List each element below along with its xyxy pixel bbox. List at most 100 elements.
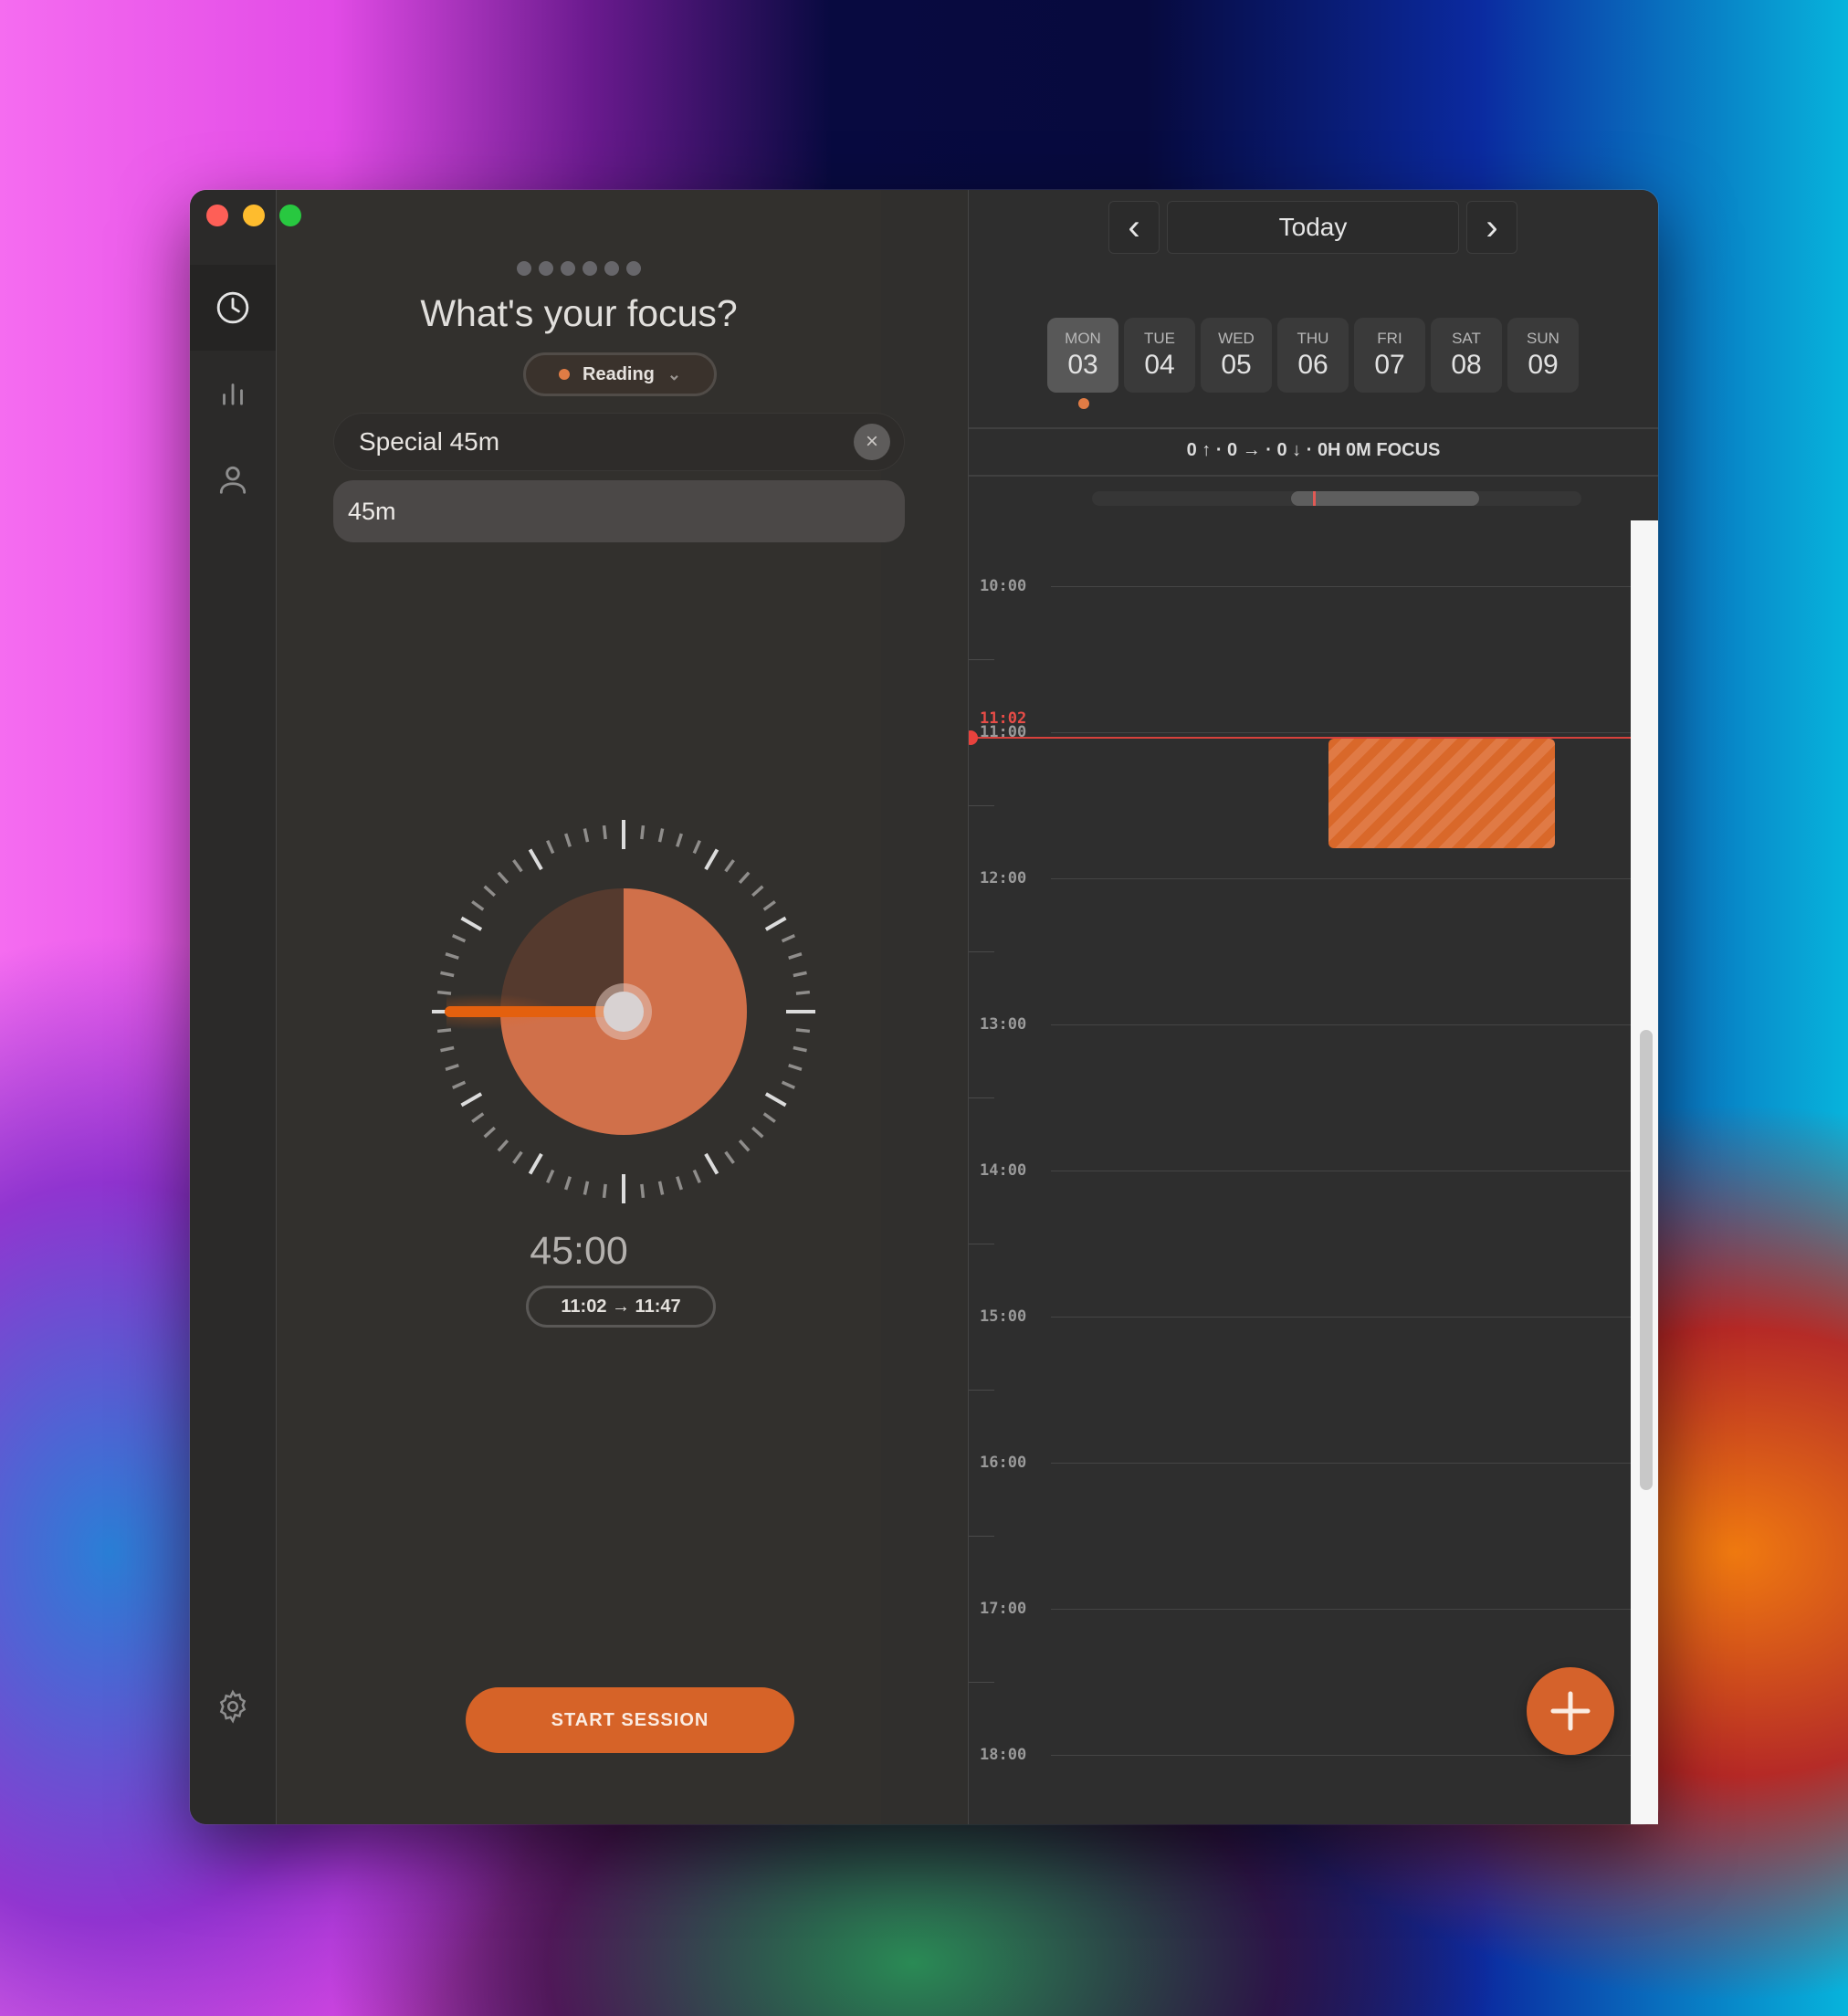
- category-label: Reading: [583, 363, 655, 384]
- dial-minor-tick: [724, 1150, 735, 1164]
- category-dropdown[interactable]: Reading ⌄: [523, 352, 717, 396]
- timer-display: 45:00: [530, 1229, 628, 1273]
- step-dot: [539, 261, 553, 276]
- day-tab-tue[interactable]: TUE 04: [1124, 318, 1195, 393]
- day-tab-sat[interactable]: SAT 08: [1431, 318, 1502, 393]
- dial-minor-tick: [738, 871, 751, 884]
- day-date: 07: [1374, 350, 1405, 380]
- dial-minor-tick: [512, 1150, 523, 1164]
- dial-minor-tick: [497, 871, 509, 884]
- day-tab-fri[interactable]: FRI 07: [1354, 318, 1425, 393]
- day-tab-sun[interactable]: SUN 09: [1507, 318, 1579, 393]
- hour-label: 16:00: [980, 1454, 1027, 1472]
- previous-day-button[interactable]: ‹: [1108, 201, 1160, 254]
- timer-dial[interactable]: [432, 820, 815, 1203]
- add-event-button[interactable]: [1527, 1667, 1614, 1755]
- scrubber-now-marker: [1313, 491, 1316, 506]
- sidebar-item-timer[interactable]: [190, 265, 276, 351]
- category-color-dot: [559, 369, 570, 380]
- day-date: 03: [1067, 350, 1098, 380]
- next-day-button[interactable]: ›: [1466, 201, 1517, 254]
- dial-minor-tick: [602, 1183, 607, 1199]
- sidebar-item-profile[interactable]: [190, 436, 276, 522]
- scrubber-visible-window[interactable]: [1291, 491, 1479, 506]
- dial-minor-tick: [583, 1181, 590, 1195]
- week-day-selector: MON 03 TUE 04 WED 05 THU 06 FRI 07 SAT 08 SUN …: [1047, 318, 1579, 393]
- dial-major-tick: [460, 916, 483, 931]
- close-icon: ×: [865, 429, 878, 454]
- dial-minor-tick: [676, 1176, 684, 1191]
- day-date: 08: [1451, 350, 1482, 380]
- dial-minor-tick: [640, 1183, 646, 1199]
- day-tab-mon[interactable]: MON 03: [1047, 318, 1118, 393]
- dial-minor-tick: [497, 1139, 509, 1152]
- dial-minor-tick: [657, 1181, 665, 1195]
- day-name: WED: [1218, 330, 1255, 347]
- dial-minor-tick: [692, 1169, 701, 1183]
- clear-search-button[interactable]: ×: [854, 424, 890, 460]
- dial-minor-tick: [445, 1064, 459, 1072]
- scrollbar-thumb[interactable]: [1640, 1030, 1653, 1490]
- close-window-button[interactable]: [206, 205, 228, 226]
- minimize-window-button[interactable]: [243, 205, 265, 226]
- dial-minor-tick: [471, 900, 485, 911]
- dial-major-tick: [764, 1092, 787, 1108]
- zoom-window-button[interactable]: [279, 205, 301, 226]
- day-tab-thu[interactable]: THU 06: [1277, 318, 1349, 393]
- hour-gridline: [1051, 878, 1631, 879]
- dial-major-tick: [704, 848, 719, 871]
- focus-panel: What's your focus? Reading ⌄ Special 45m…: [277, 190, 905, 1824]
- hour-label: 14:00: [980, 1161, 1027, 1180]
- dial-minor-tick: [793, 971, 807, 978]
- suggestion-item[interactable]: 45m: [333, 480, 905, 542]
- dial-minor-tick: [440, 1045, 455, 1053]
- day-date: 09: [1528, 350, 1559, 380]
- half-hour-tick: [969, 951, 994, 952]
- dial-minor-tick: [795, 990, 811, 995]
- hour-gridline: [1051, 586, 1631, 587]
- day-name: SUN: [1527, 330, 1559, 347]
- dial-minor-tick: [640, 824, 646, 840]
- focus-search-input[interactable]: Special 45m ×: [333, 413, 905, 471]
- dial-minor-tick: [452, 1080, 467, 1089]
- day-name: MON: [1065, 330, 1101, 347]
- divider: [969, 427, 1658, 429]
- page-title: What's your focus?: [420, 292, 738, 334]
- dial-minor-tick: [762, 900, 776, 911]
- dial-minor-tick: [440, 971, 455, 978]
- hour-gridline: [1051, 1463, 1631, 1464]
- start-session-button[interactable]: START SESSION: [466, 1687, 794, 1753]
- day-timeline[interactable]: 10:00 11:00 12:00 13:00 14:00 15:00 16:00 17:00…: [969, 520, 1631, 1824]
- dial-major-tick: [528, 848, 543, 871]
- hand-knob[interactable]: [604, 992, 644, 1032]
- gear-icon: [219, 1689, 247, 1724]
- half-hour-tick: [969, 659, 994, 660]
- step-dot: [626, 261, 641, 276]
- hour-label: 18:00: [980, 1746, 1027, 1764]
- day-name: SAT: [1452, 330, 1481, 347]
- settings-button[interactable]: [190, 1664, 276, 1749]
- chevron-down-icon: ⌄: [667, 364, 681, 383]
- timeline-scrubber[interactable]: [1092, 491, 1581, 506]
- focus-stats-summary: 0 ↑ · 0 → · 0 ↓ · 0H 0M FOCUS: [1186, 440, 1441, 460]
- hour-label: 15:00: [980, 1307, 1027, 1326]
- current-time-dot: [969, 730, 978, 746]
- dial-minor-tick: [781, 1080, 795, 1089]
- half-hour-tick: [969, 1682, 994, 1683]
- hour-gridline: [1051, 1609, 1631, 1610]
- divider: [969, 475, 1658, 477]
- today-button[interactable]: Today: [1167, 201, 1459, 254]
- sidebar-item-stats[interactable]: [190, 351, 276, 436]
- dial-minor-tick: [788, 951, 803, 960]
- clock-icon: [216, 291, 249, 324]
- planned-session-block[interactable]: [1328, 739, 1555, 849]
- day-tab-wed[interactable]: WED 05: [1201, 318, 1272, 393]
- search-value: Special 45m: [359, 427, 500, 456]
- day-name: FRI: [1377, 330, 1402, 347]
- half-hour-tick: [969, 1390, 994, 1391]
- dial-minor-tick: [793, 1045, 807, 1053]
- dial-minor-tick: [483, 1126, 496, 1139]
- dial-minor-tick: [751, 1126, 764, 1139]
- dial-minor-tick: [452, 934, 467, 943]
- dial-minor-tick: [563, 833, 572, 847]
